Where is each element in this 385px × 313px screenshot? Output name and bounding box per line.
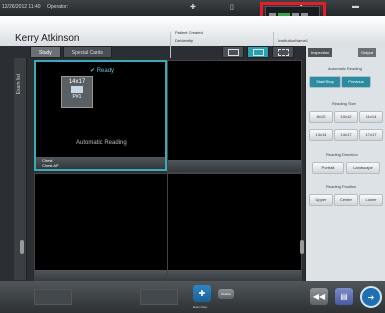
add-exam-button[interactable]: ✚ xyxy=(193,285,211,302)
single-view-icon xyxy=(227,48,239,56)
plus-icon: ✚ xyxy=(198,289,206,298)
disabled-button xyxy=(140,289,178,305)
size-8x10-button[interactable]: 8x10 xyxy=(309,111,333,123)
plus-icon[interactable]: ✚ xyxy=(190,3,196,11)
size-10x12-button[interactable]: 10x12 xyxy=(334,111,358,123)
output-button[interactable]: ➔ xyxy=(360,286,382,308)
viewport-footer: Chest Chest AP xyxy=(36,157,165,169)
position-center-button[interactable]: Center xyxy=(334,194,358,206)
disabled-button xyxy=(34,289,72,305)
tab-special-cards[interactable]: Special Cards xyxy=(62,46,112,58)
plate-number: P#1 xyxy=(72,94,82,100)
position-lower-button[interactable]: Lower xyxy=(359,194,383,206)
viewport-3[interactable] xyxy=(34,173,169,283)
right-scroll-handle[interactable] xyxy=(300,240,304,254)
reading-position-title: Reading Position xyxy=(326,184,357,189)
multi-view-icon xyxy=(277,48,289,56)
ready-label: Ready xyxy=(96,68,115,74)
viewport-4[interactable] xyxy=(167,173,302,283)
previous-button[interactable]: Previous xyxy=(341,76,371,88)
exam-list-label: Exam list xyxy=(16,74,22,95)
viewport-1[interactable]: ✔ Ready 14x17 P#1 Automatic Reading Ches… xyxy=(34,60,167,171)
header-field-label: Patient Created xyxy=(175,30,203,35)
header-field-value: InstitutionName1 xyxy=(278,38,309,43)
top-bar: 12/26/2012 11:40 Operator: ✚ ▯ ▪ ▬ xyxy=(0,0,385,17)
position-upper-button[interactable]: Upper xyxy=(309,194,333,206)
studies-button[interactable]: Studies xyxy=(218,289,234,299)
layout-single-button[interactable] xyxy=(222,46,244,58)
size-14x17-button[interactable]: 14x17 xyxy=(334,129,358,141)
portrait-button[interactable]: Portrait xyxy=(312,162,344,174)
output-icon: ➔ xyxy=(367,292,375,302)
bottom-toolbar: ✚ Exam Dup. Studies ◀◀ ▤ ➔ xyxy=(0,281,385,313)
viewport-footer xyxy=(168,160,301,172)
left-scroll-handle[interactable] xyxy=(20,240,24,254)
list-icon: ▤ xyxy=(340,292,348,301)
size-14x14-button[interactable]: 14x14 xyxy=(309,129,333,141)
layout-switcher xyxy=(222,46,294,58)
tab-study[interactable]: Study xyxy=(30,46,61,58)
tab-inspection[interactable]: Inspection xyxy=(308,48,333,57)
menu-icon[interactable]: ▬ xyxy=(352,3,359,10)
right-panel: Inspection Output Automatic Reading Star… xyxy=(305,46,385,281)
date-time: 12/26/2012 11:40 xyxy=(2,4,41,10)
viewport-2[interactable] xyxy=(167,60,302,173)
patient-header: Kerry Atkinson Patient Created DeIdentit… xyxy=(0,16,385,58)
protocol-name: Chest AP xyxy=(42,163,59,168)
rewind-button[interactable]: ◀◀ xyxy=(310,288,328,305)
automatic-reading-label: Automatic Reading xyxy=(76,140,127,146)
cassette-thumbnail[interactable]: 14x17 P#1 xyxy=(61,76,93,108)
rewind-icon: ◀◀ xyxy=(312,292,326,301)
cassette-size: 14x17 xyxy=(68,79,86,85)
size-11x14-button[interactable]: 11x14 xyxy=(359,111,383,123)
start-stop-button[interactable]: Start/Stop xyxy=(309,76,341,88)
layout-multi-button[interactable] xyxy=(272,46,294,58)
document-icon[interactable]: ▯ xyxy=(230,3,234,11)
tab-output[interactable]: Output xyxy=(358,48,377,57)
landscape-button[interactable]: Landscape xyxy=(346,162,380,174)
studies-label: Studies xyxy=(220,292,231,296)
add-exam-label: Exam Dup. xyxy=(193,305,208,309)
divider xyxy=(170,32,171,58)
patient-name: Kerry Atkinson xyxy=(15,33,80,44)
operator-label: Operator: xyxy=(47,4,69,10)
list-button[interactable]: ▤ xyxy=(335,288,353,305)
plate-icon xyxy=(71,86,83,93)
quad-view-icon xyxy=(252,48,264,56)
study-tabs: Study Special Cards xyxy=(30,46,112,58)
reading-direction-title: Reading Direction xyxy=(326,152,358,157)
ready-status: ✔ Ready xyxy=(90,68,115,74)
layout-quad-button[interactable] xyxy=(247,46,269,58)
reading-size-title: Reading Size xyxy=(332,101,356,106)
panel-title: Automatic Reading xyxy=(328,66,362,71)
size-17x17-button[interactable]: 17x17 xyxy=(359,129,383,141)
header-field-value: DeIdentity xyxy=(175,38,194,43)
